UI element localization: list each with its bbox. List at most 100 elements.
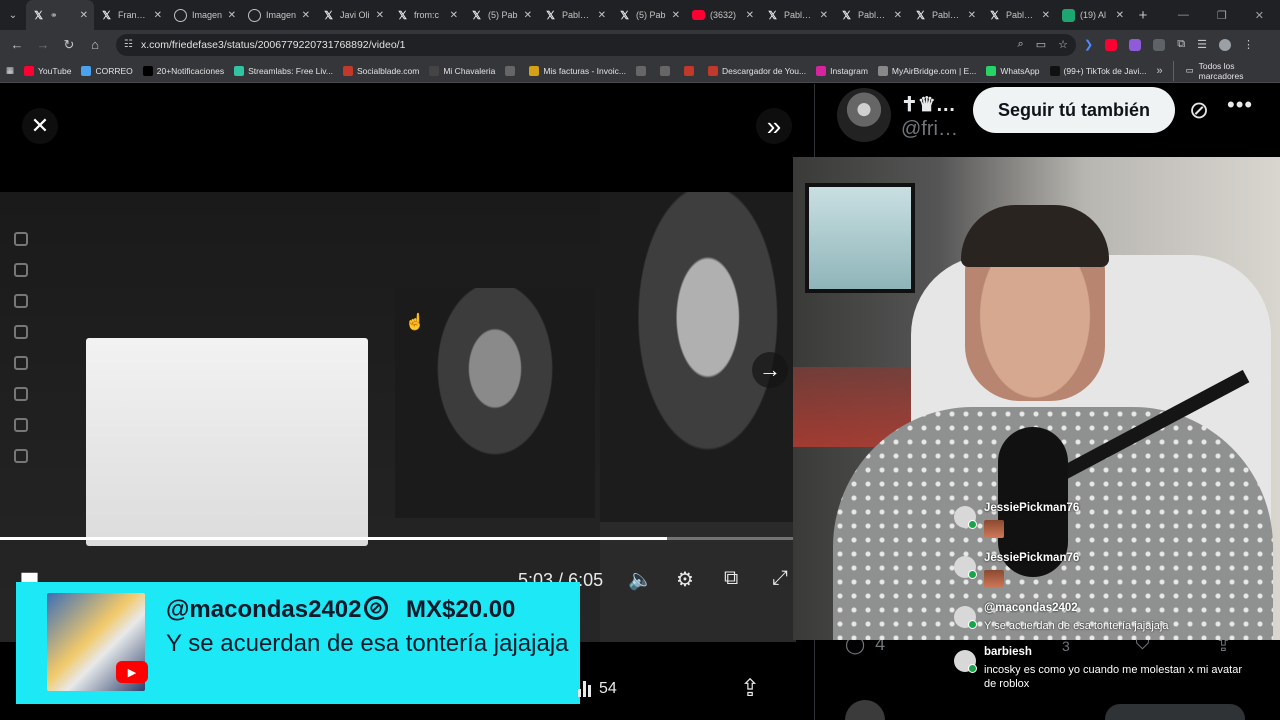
fullscreen-icon[interactable]: ⤢ (772, 567, 788, 590)
bookmarks-overflow-icon[interactable]: » (1156, 65, 1162, 77)
minimize-icon[interactable]: — (1178, 9, 1189, 22)
all-bookmarks-folder[interactable]: ▭ Todos los marcadores (1172, 60, 1274, 81)
expand-sidebar-icon[interactable]: » (756, 108, 792, 144)
share-icon[interactable]: ⇪ (740, 674, 760, 703)
extension-grey-icon[interactable] (1153, 38, 1166, 51)
tab-close-icon[interactable]: ✕ (1116, 10, 1124, 21)
reply-avatar[interactable] (845, 700, 885, 720)
tab-close-icon[interactable]: ✕ (80, 10, 88, 21)
tab-close-icon[interactable]: ✕ (228, 10, 236, 21)
home-icon[interactable]: ⌂ (86, 37, 104, 52)
tab-search-chevron-icon[interactable]: ⌄ (0, 0, 26, 30)
tab-close-icon[interactable]: ✕ (302, 10, 310, 21)
bookmark-item[interactable] (683, 65, 698, 76)
cast-icon[interactable]: ▭ (1036, 38, 1046, 51)
browser-tab[interactable]: 𝕏 Pablo X ✕ (760, 0, 834, 30)
settings-gear-icon[interactable]: ⚙ (676, 567, 694, 592)
extensions-area: ❯ ⧉ ☰ ⋮ (1084, 38, 1254, 51)
x-icon: 𝕏 (916, 9, 925, 22)
chrome-menu-icon[interactable]: ⋮ (1243, 38, 1254, 51)
browser-tab[interactable]: 𝕏 Pablo X ✕ (538, 0, 612, 30)
super-chat-amount: MX$20.00 (406, 596, 516, 623)
more-options-icon[interactable]: ••• (1227, 92, 1253, 118)
bookmark-item[interactable] (635, 65, 650, 76)
tab-close-icon[interactable]: ✕ (968, 10, 976, 21)
tab-close-icon[interactable]: ✕ (894, 10, 902, 21)
bookmark-item[interactable]: Instagram (816, 65, 868, 76)
apps-grid-icon[interactable]: ▦ (6, 65, 14, 76)
reload-icon[interactable]: ↻ (60, 37, 78, 53)
tab-close-icon[interactable]: ✕ (154, 10, 162, 21)
bookmark-item[interactable]: Streamlabs: Free Liv... (234, 65, 333, 76)
bookmark-item[interactable] (659, 65, 674, 76)
extension-shazam-icon[interactable]: ❯ (1084, 38, 1093, 51)
extensions-puzzle-icon[interactable]: ⧉ (1177, 38, 1185, 51)
x-icon: 𝕏 (842, 9, 851, 22)
author-avatar[interactable] (837, 88, 891, 142)
popout-icon[interactable]: ⧉ (724, 567, 738, 590)
chat-message: barbiesh incosky es como yo cuando me mol… (952, 646, 1272, 692)
tab-close-icon[interactable]: ✕ (524, 10, 532, 21)
browser-tab[interactable]: 𝕏 Pablo X ✕ (908, 0, 982, 30)
bookmark-item[interactable]: Descargador de You... (707, 65, 806, 76)
browser-tab[interactable]: 𝕏 Pablo X ✕ (834, 0, 908, 30)
all-bookmarks-label: Todos los marcadores (1198, 60, 1244, 81)
tab-close-icon[interactable]: ✕ (450, 10, 458, 21)
volume-icon[interactable]: 🔈 (628, 567, 653, 592)
extension-heart-icon[interactable] (1129, 38, 1142, 51)
author-name[interactable]: ✝♛… (901, 92, 956, 117)
tab-close-icon[interactable]: ✕ (598, 10, 606, 21)
restore-icon[interactable]: ❐ (1217, 9, 1227, 22)
bookmark-item[interactable]: CORREO (81, 65, 133, 76)
tab-close-icon[interactable]: ✕ (376, 10, 384, 21)
browser-tab[interactable]: Imagen ✕ (242, 0, 316, 30)
tab-label: Pablo X (784, 10, 815, 20)
url-text[interactable]: x.com/friedefase3/status/200677922073176… (141, 39, 1010, 51)
grok-icon[interactable]: ⊘ (1189, 96, 1209, 125)
bookmark-item[interactable]: 20+Notificaciones (142, 65, 224, 76)
forward-icon[interactable]: → (34, 37, 52, 52)
bookmark-item[interactable]: YouTube (24, 65, 71, 76)
zoom-icon[interactable]: ⌕ (1018, 38, 1024, 51)
browser-tab[interactable]: 𝕏from:c ✕ (390, 0, 464, 30)
bookmark-favicon-icon (1049, 65, 1060, 76)
browser-tab[interactable]: 𝕏 Javi Oli ✕ (316, 0, 390, 30)
browser-tab[interactable]: 𝕏 Pablo X ✕ (982, 0, 1056, 30)
tab-close-icon[interactable]: ✕ (1042, 10, 1050, 21)
bookmark-item[interactable]: (99+) TikTok de Javi... (1049, 65, 1146, 76)
video-progress-bar[interactable] (0, 537, 796, 540)
bookmark-item[interactable] (505, 65, 519, 76)
bookmark-item[interactable]: Socialblade.com (342, 65, 419, 76)
new-tab-button[interactable]: + (1130, 7, 1156, 24)
tab-close-icon[interactable]: ✕ (746, 10, 754, 21)
view-count[interactable]: 54 (578, 680, 617, 698)
view-count-value: 54 (599, 680, 617, 697)
bookmark-item[interactable]: MyAirBridge.com | E... (877, 65, 976, 76)
globe-icon (248, 8, 261, 22)
follow-button[interactable]: Seguir tú también (973, 87, 1175, 133)
tab-close-icon[interactable]: ✕ (820, 10, 828, 21)
browser-tab[interactable]: (3632) ✕ (686, 0, 760, 30)
bookmark-item[interactable]: Mis facturas - Invoic... (529, 65, 626, 76)
browser-tab[interactable]: 𝕏 (5) Pab ✕ (612, 0, 686, 30)
close-window-icon[interactable]: ✕ (1255, 9, 1264, 22)
back-icon[interactable]: ← (8, 37, 26, 52)
profile-avatar[interactable] (1218, 38, 1231, 51)
browser-tab[interactable]: 𝕏 (5) Pab ✕ (464, 0, 538, 30)
browser-tab[interactable]: Imagen ✕ (168, 0, 242, 30)
bookmark-item[interactable]: WhatsApp (986, 65, 1040, 76)
tab-close-icon[interactable]: ✕ (672, 10, 680, 21)
extension-youtube-icon[interactable] (1105, 38, 1118, 51)
bookmark-item[interactable]: Mi Chavaleria (429, 65, 495, 76)
browser-tab[interactable]: 𝕏 Frank C ✕ (94, 0, 168, 30)
chat-emote (984, 520, 1004, 538)
site-info-icon[interactable]: ☷ (124, 39, 133, 50)
tab-search-icon[interactable]: ☰ (1197, 38, 1207, 51)
close-viewer-icon[interactable]: ✕ (22, 108, 58, 144)
browser-tab[interactable]: (19) Al ✕ (1056, 0, 1130, 30)
author-handle[interactable]: @fri… (901, 118, 958, 141)
browser-tab[interactable]: 𝕏 ⚭ ✕ (26, 0, 94, 30)
address-bar[interactable]: ☷ x.com/friedefase3/status/2006779220731… (116, 33, 1076, 56)
bookmark-star-icon[interactable]: ☆ (1058, 38, 1068, 51)
next-arrow-icon[interactable]: → (752, 352, 788, 388)
